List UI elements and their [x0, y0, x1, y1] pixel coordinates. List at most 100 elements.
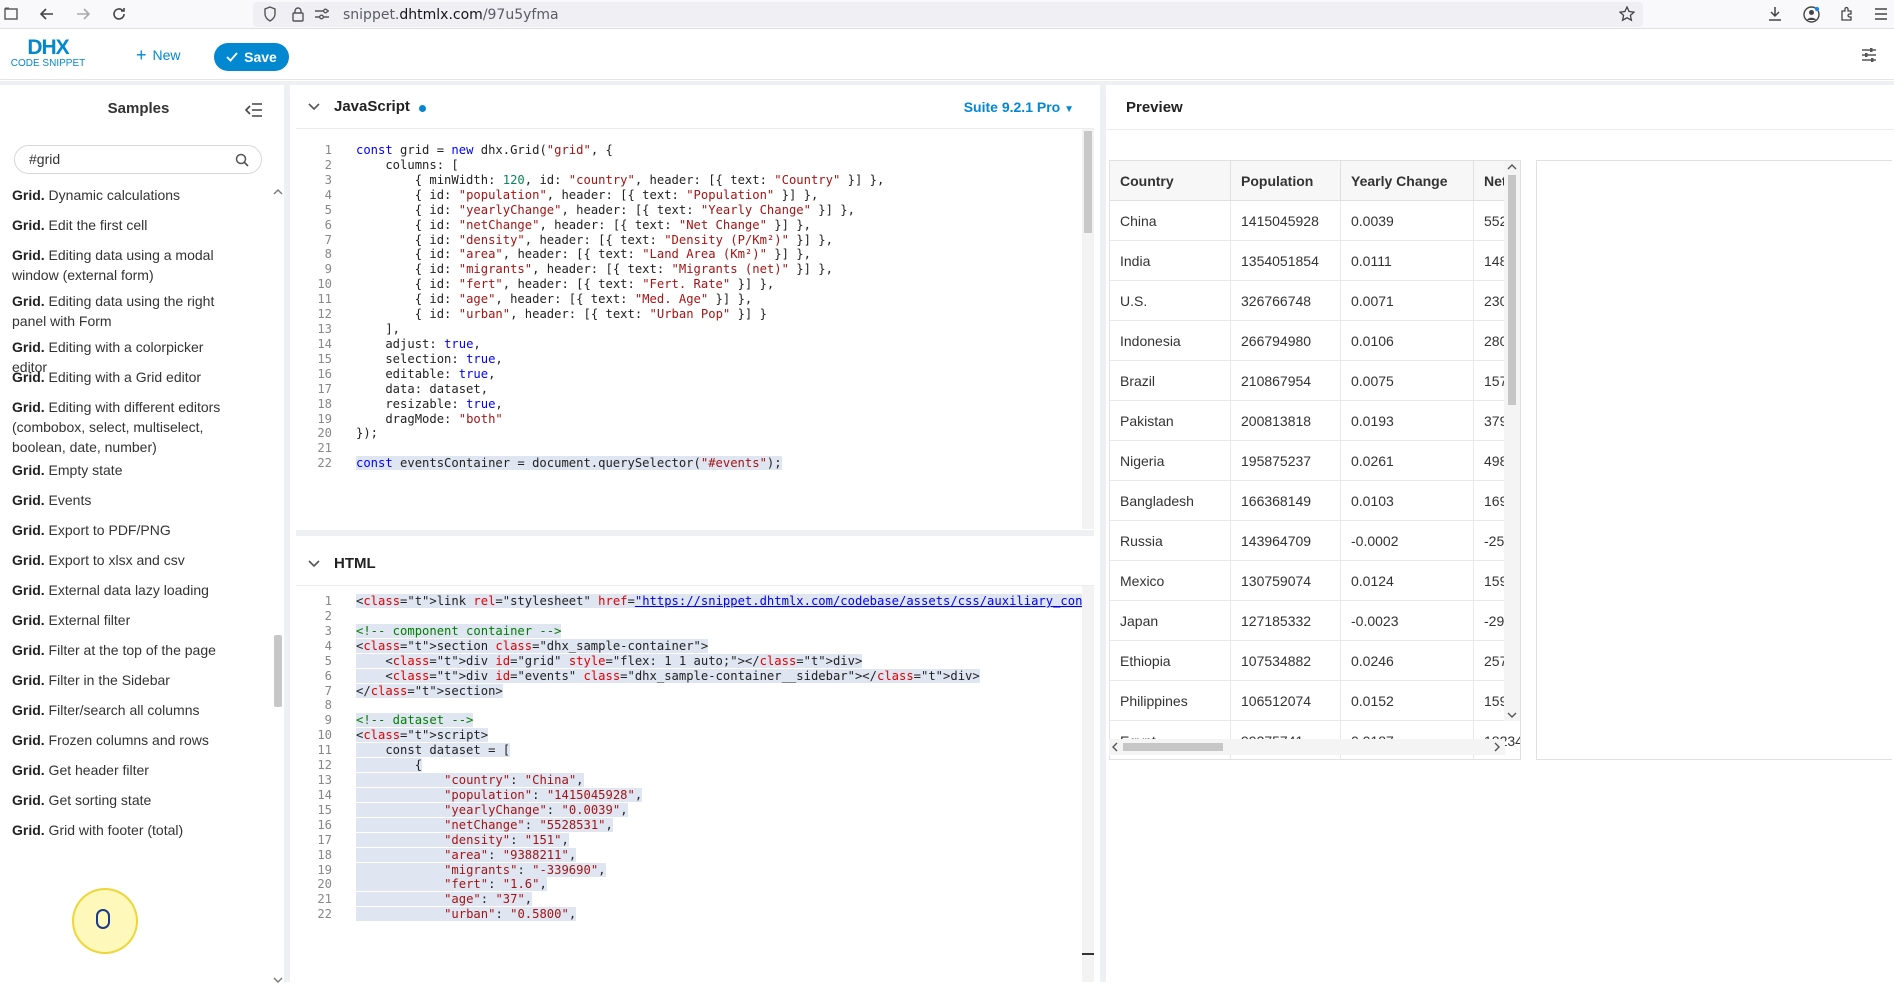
- grid-cell[interactable]: 0.0261: [1341, 441, 1474, 481]
- grid-cell[interactable]: 0.0106: [1341, 321, 1474, 361]
- grid-cell[interactable]: 0.0111: [1341, 241, 1474, 281]
- extensions-icon[interactable]: [1838, 5, 1856, 23]
- javascript-code[interactable]: 1 const grid = new dhx.Grid("grid", {2 co…: [296, 129, 1086, 529]
- shield-icon[interactable]: [261, 5, 279, 23]
- grid-cell[interactable]: Mexico: [1110, 561, 1231, 601]
- url-text[interactable]: snippet.dhtmlx.com/97u5yfma: [343, 7, 559, 23]
- preview-scrollbar[interactable]: [1886, 131, 1894, 981]
- chevron-down-icon[interactable]: [308, 99, 320, 114]
- sample-list-item[interactable]: Grid. Empty state: [12, 460, 237, 480]
- grid-cell[interactable]: 0.0071: [1341, 281, 1474, 321]
- grid-vertical-scrollbar[interactable]: [1504, 161, 1520, 721]
- scroll-right-icon[interactable]: [1493, 741, 1501, 753]
- grid-cell[interactable]: 1415045928: [1231, 201, 1341, 241]
- grid-cell[interactable]: Philippines: [1110, 681, 1231, 721]
- grid-cell[interactable]: Ethiopia: [1110, 641, 1231, 681]
- address-bar[interactable]: snippet.dhtmlx.com/97u5yfma: [253, 2, 1643, 27]
- sample-list-item[interactable]: Grid. External filter: [12, 610, 237, 630]
- scrollbar-thumb[interactable]: [1123, 743, 1223, 751]
- grid-column-header[interactable]: Country: [1110, 161, 1231, 201]
- grid-cell[interactable]: 0.0124: [1341, 561, 1474, 601]
- grid-cell[interactable]: Japan: [1110, 601, 1231, 641]
- chevron-down-icon[interactable]: [308, 556, 320, 571]
- sample-list-item[interactable]: Grid. Editing data using the right panel…: [12, 291, 237, 331]
- bookmark-star-icon[interactable]: [1618, 5, 1636, 23]
- settings-sliders-icon[interactable]: [1860, 46, 1878, 64]
- grid-cell[interactable]: 130759074: [1231, 561, 1341, 601]
- grid-cell[interactable]: India: [1110, 241, 1231, 281]
- lock-icon[interactable]: [289, 5, 307, 23]
- grid-column-header[interactable]: Population: [1231, 161, 1341, 201]
- download-icon[interactable]: [1766, 5, 1784, 23]
- sample-list-item[interactable]: Grid. Export to xlsx and csv: [12, 550, 237, 570]
- forward-icon[interactable]: [74, 5, 92, 23]
- grid-cell[interactable]: 0.0246: [1341, 641, 1474, 681]
- grid-cell[interactable]: 0.0075: [1341, 361, 1474, 401]
- grid-cell[interactable]: 326766748: [1231, 281, 1341, 321]
- grid-column-header[interactable]: Yearly Change: [1341, 161, 1474, 201]
- grid-cell[interactable]: Nigeria: [1110, 441, 1231, 481]
- grid-cell[interactable]: 106512074: [1231, 681, 1341, 721]
- sample-list-item[interactable]: Grid. Filter in the Sidebar: [12, 670, 237, 690]
- data-grid[interactable]: CountryPopulationYearly ChangeNet Change…: [1109, 160, 1521, 760]
- grid-cell[interactable]: Indonesia: [1110, 321, 1231, 361]
- search-input[interactable]: [29, 151, 219, 167]
- sample-list-item[interactable]: Grid. Grid with footer (total): [12, 820, 237, 840]
- grid-cell[interactable]: 0.0193: [1341, 401, 1474, 441]
- dhx-logo[interactable]: DHX CODE SNIPPET: [8, 37, 88, 70]
- sample-list-item[interactable]: Grid. Editing data using a modal window …: [12, 245, 237, 285]
- grid-cell[interactable]: Brazil: [1110, 361, 1231, 401]
- back-icon[interactable]: [38, 5, 56, 23]
- scrollbar-thumb[interactable]: [1508, 175, 1516, 405]
- scroll-up-icon[interactable]: [1506, 163, 1518, 171]
- html-scrollbar[interactable]: [1082, 586, 1094, 982]
- javascript-editor-header[interactable]: JavaScript Suite 9.2.1 Pro ▼: [296, 85, 1094, 129]
- tab-list-icon[interactable]: [2, 5, 20, 23]
- grid-cell[interactable]: U.S.: [1110, 281, 1231, 321]
- sample-list-item[interactable]: Grid. Get header filter: [12, 760, 237, 780]
- account-icon[interactable]: [1802, 5, 1820, 23]
- js-scrollbar[interactable]: [1082, 129, 1094, 529]
- grid-cell[interactable]: 195875237: [1231, 441, 1341, 481]
- sample-list-item[interactable]: Grid. Filter at the top of the page: [12, 640, 237, 660]
- permissions-icon[interactable]: [313, 5, 331, 23]
- html-editor-header[interactable]: HTML: [296, 542, 1094, 586]
- sample-list-item[interactable]: Grid. Dynamic calculations: [12, 185, 237, 205]
- menu-icon[interactable]: [1872, 5, 1890, 23]
- search-icon[interactable]: [235, 153, 249, 172]
- grid-cell[interactable]: China: [1110, 201, 1231, 241]
- sample-list-item[interactable]: Grid. Events: [12, 490, 237, 510]
- grid-cell[interactable]: 127185332: [1231, 601, 1341, 641]
- scroll-left-icon[interactable]: [1111, 741, 1119, 753]
- scrollbar-thumb[interactable]: [1084, 131, 1092, 233]
- scroll-up-icon[interactable]: [272, 187, 284, 197]
- sample-list-item[interactable]: Grid. Edit the first cell: [12, 215, 237, 235]
- grid-cell[interactable]: 200813818: [1231, 401, 1341, 441]
- scrollbar-thumb[interactable]: [274, 635, 282, 707]
- grid-horizontal-scrollbar[interactable]: [1109, 739, 1505, 755]
- sample-list-item[interactable]: Grid. Get sorting state: [12, 790, 237, 810]
- grid-cell[interactable]: Bangladesh: [1110, 481, 1231, 521]
- grid-cell[interactable]: -0.0023: [1341, 601, 1474, 641]
- html-code[interactable]: 1 <class="t">link rel="stylesheet" href="…: [296, 586, 1086, 982]
- save-button[interactable]: Save: [214, 43, 289, 71]
- sample-list-item[interactable]: Grid. Editing with a Grid editor: [12, 367, 237, 387]
- sample-list-item[interactable]: Grid. Export to PDF/PNG: [12, 520, 237, 540]
- sample-list-item[interactable]: Grid. Filter/search all columns: [12, 700, 237, 720]
- scroll-down-icon[interactable]: [272, 975, 284, 985]
- grid-cell[interactable]: 166368149: [1231, 481, 1341, 521]
- collapse-sidebar-icon[interactable]: [244, 103, 263, 117]
- grid-cell[interactable]: 0.0039: [1341, 201, 1474, 241]
- grid-cell[interactable]: -0.0002: [1341, 521, 1474, 561]
- grid-cell[interactable]: 1354051854: [1231, 241, 1341, 281]
- grid-cell[interactable]: 0.0152: [1341, 681, 1474, 721]
- reload-icon[interactable]: [110, 5, 128, 23]
- sample-list-item[interactable]: Grid. Frozen columns and rows: [12, 730, 237, 750]
- new-button[interactable]: + New: [136, 46, 181, 64]
- sidebar-scrollbar[interactable]: [272, 185, 284, 985]
- sample-list-item[interactable]: Grid. Editing with different editors (co…: [12, 397, 237, 457]
- grid-cell[interactable]: 107534882: [1231, 641, 1341, 681]
- grid-cell[interactable]: 143964709: [1231, 521, 1341, 561]
- scroll-down-icon[interactable]: [1506, 711, 1518, 719]
- grid-cell[interactable]: Russia: [1110, 521, 1231, 561]
